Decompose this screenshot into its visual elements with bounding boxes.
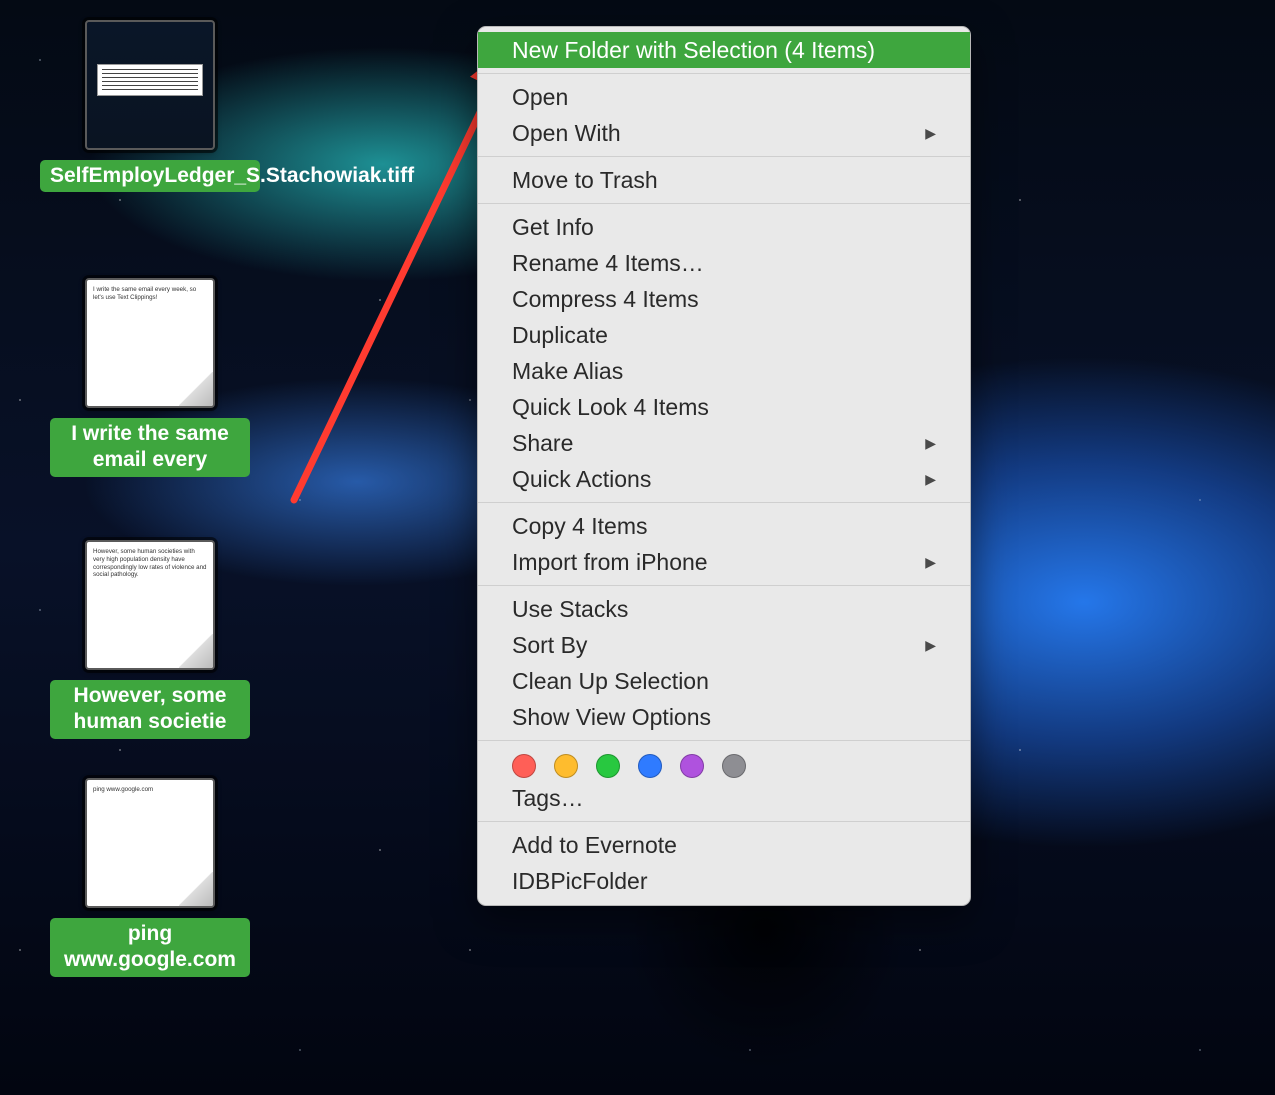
menu-item-label: Duplicate bbox=[512, 322, 608, 349]
menu-item-add-to-evernote[interactable]: Add to Evernote bbox=[478, 827, 970, 863]
menu-item-label: Clean Up Selection bbox=[512, 668, 709, 695]
menu-item-sort-by[interactable]: Sort By bbox=[478, 627, 970, 663]
menu-separator bbox=[478, 156, 970, 157]
file-label: I write the same email every bbox=[50, 418, 250, 477]
menu-item-share[interactable]: Share bbox=[478, 425, 970, 461]
menu-item-make-alias[interactable]: Make Alias bbox=[478, 353, 970, 389]
menu-separator bbox=[478, 740, 970, 741]
menu-item-show-view-options[interactable]: Show View Options bbox=[478, 699, 970, 735]
menu-item-label: Open With bbox=[512, 120, 621, 147]
tag-dot-yellow[interactable] bbox=[554, 754, 578, 778]
menu-item-label: Compress 4 Items bbox=[512, 286, 699, 313]
desktop-file[interactable]: ping www.google.com ping www.google.com bbox=[50, 778, 250, 977]
menu-item-quick-look[interactable]: Quick Look 4 Items bbox=[478, 389, 970, 425]
menu-item-new-folder-selection[interactable]: New Folder with Selection (4 Items) bbox=[478, 32, 970, 68]
menu-item-duplicate[interactable]: Duplicate bbox=[478, 317, 970, 353]
tag-dot-red[interactable] bbox=[512, 754, 536, 778]
menu-item-tags[interactable]: Tags… bbox=[478, 780, 970, 816]
menu-item-label: Share bbox=[512, 430, 573, 457]
menu-item-quick-actions[interactable]: Quick Actions bbox=[478, 461, 970, 497]
file-preview-text: However, some human societies with very … bbox=[93, 548, 207, 579]
menu-item-copy[interactable]: Copy 4 Items bbox=[478, 508, 970, 544]
desktop-file[interactable]: However, some human societies with very … bbox=[50, 540, 250, 739]
file-label: ping www.google.com bbox=[50, 918, 250, 977]
menu-item-label: Sort By bbox=[512, 632, 587, 659]
menu-item-label: Get Info bbox=[512, 214, 594, 241]
tag-dot-gray[interactable] bbox=[722, 754, 746, 778]
menu-item-label: Show View Options bbox=[512, 704, 711, 731]
menu-item-label: Import from iPhone bbox=[512, 549, 708, 576]
menu-separator bbox=[478, 203, 970, 204]
menu-item-idbpicfolder[interactable]: IDBPicFolder bbox=[478, 863, 970, 899]
menu-item-move-to-trash[interactable]: Move to Trash bbox=[478, 162, 970, 198]
menu-item-label: Copy 4 Items bbox=[512, 513, 648, 540]
menu-item-label: Rename 4 Items… bbox=[512, 250, 704, 277]
menu-item-use-stacks[interactable]: Use Stacks bbox=[478, 591, 970, 627]
menu-item-label: Move to Trash bbox=[512, 167, 658, 194]
menu-item-rename[interactable]: Rename 4 Items… bbox=[478, 245, 970, 281]
file-preview-text: ping www.google.com bbox=[93, 786, 207, 794]
menu-item-label: Open bbox=[512, 84, 568, 111]
tag-dot-green[interactable] bbox=[596, 754, 620, 778]
file-thumbnail: ping www.google.com bbox=[85, 778, 215, 908]
menu-item-label: Make Alias bbox=[512, 358, 623, 385]
menu-separator bbox=[478, 73, 970, 74]
file-thumbnail bbox=[85, 20, 215, 150]
menu-item-open[interactable]: Open bbox=[478, 79, 970, 115]
context-menu: New Folder with Selection (4 Items) Open… bbox=[477, 26, 971, 906]
desktop-file[interactable]: I write the same email every week, so le… bbox=[50, 278, 250, 477]
menu-item-open-with[interactable]: Open With bbox=[478, 115, 970, 151]
file-thumbnail: However, some human societies with very … bbox=[85, 540, 215, 670]
menu-item-compress[interactable]: Compress 4 Items bbox=[478, 281, 970, 317]
tags-row bbox=[478, 746, 970, 780]
menu-separator bbox=[478, 821, 970, 822]
file-preview-text: I write the same email every week, so le… bbox=[93, 286, 207, 302]
menu-item-label: Use Stacks bbox=[512, 596, 628, 623]
menu-separator bbox=[478, 502, 970, 503]
tag-dot-blue[interactable] bbox=[638, 754, 662, 778]
file-label: SelfEmployLedger_S.Stachowiak.tiff bbox=[40, 160, 260, 192]
menu-item-label: Tags… bbox=[512, 785, 584, 812]
menu-item-import-iphone[interactable]: Import from iPhone bbox=[478, 544, 970, 580]
menu-item-clean-up-selection[interactable]: Clean Up Selection bbox=[478, 663, 970, 699]
tag-dot-purple[interactable] bbox=[680, 754, 704, 778]
file-label: However, some human societie bbox=[50, 680, 250, 739]
menu-item-label: Quick Actions bbox=[512, 466, 651, 493]
file-thumbnail: I write the same email every week, so le… bbox=[85, 278, 215, 408]
menu-item-label: Add to Evernote bbox=[512, 832, 677, 859]
menu-item-label: New Folder with Selection (4 Items) bbox=[512, 37, 875, 64]
desktop-file[interactable]: SelfEmployLedger_S.Stachowiak.tiff bbox=[50, 20, 250, 192]
menu-item-get-info[interactable]: Get Info bbox=[478, 209, 970, 245]
menu-separator bbox=[478, 585, 970, 586]
menu-item-label: IDBPicFolder bbox=[512, 868, 647, 895]
menu-item-label: Quick Look 4 Items bbox=[512, 394, 709, 421]
